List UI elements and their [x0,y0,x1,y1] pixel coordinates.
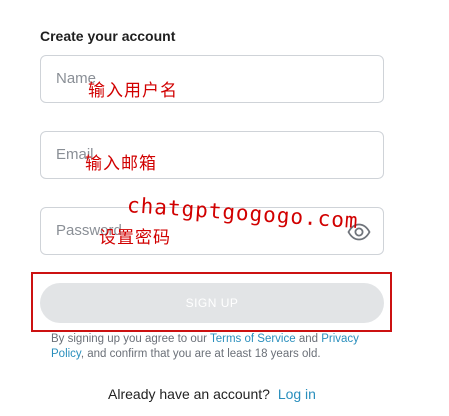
login-prompt-text: Already have an account? [108,386,270,402]
password-annotation: 设置密码 [99,228,171,248]
login-prompt: Already have an account? Log in [0,386,424,402]
log-in-link[interactable]: Log in [278,386,316,402]
terms-prefix: By signing up you agree to our [51,333,207,345]
email-annotation: 输入邮箱 [85,154,157,174]
terms-of-service-link[interactable]: Terms of Service [210,333,296,345]
terms-and: and [298,333,319,345]
email-field[interactable]: Email 输入邮箱 [40,131,384,179]
terms-suffix: , and confirm that you are at least 18 y… [80,348,321,360]
name-field[interactable]: Name 输入用户名 [40,55,384,103]
terms-notice: By signing up you agree to our Terms of … [51,332,381,362]
sign-up-button[interactable]: SIGN UP [40,283,384,323]
page-title: Create your account [40,28,176,44]
name-annotation: 输入用户名 [88,81,178,101]
